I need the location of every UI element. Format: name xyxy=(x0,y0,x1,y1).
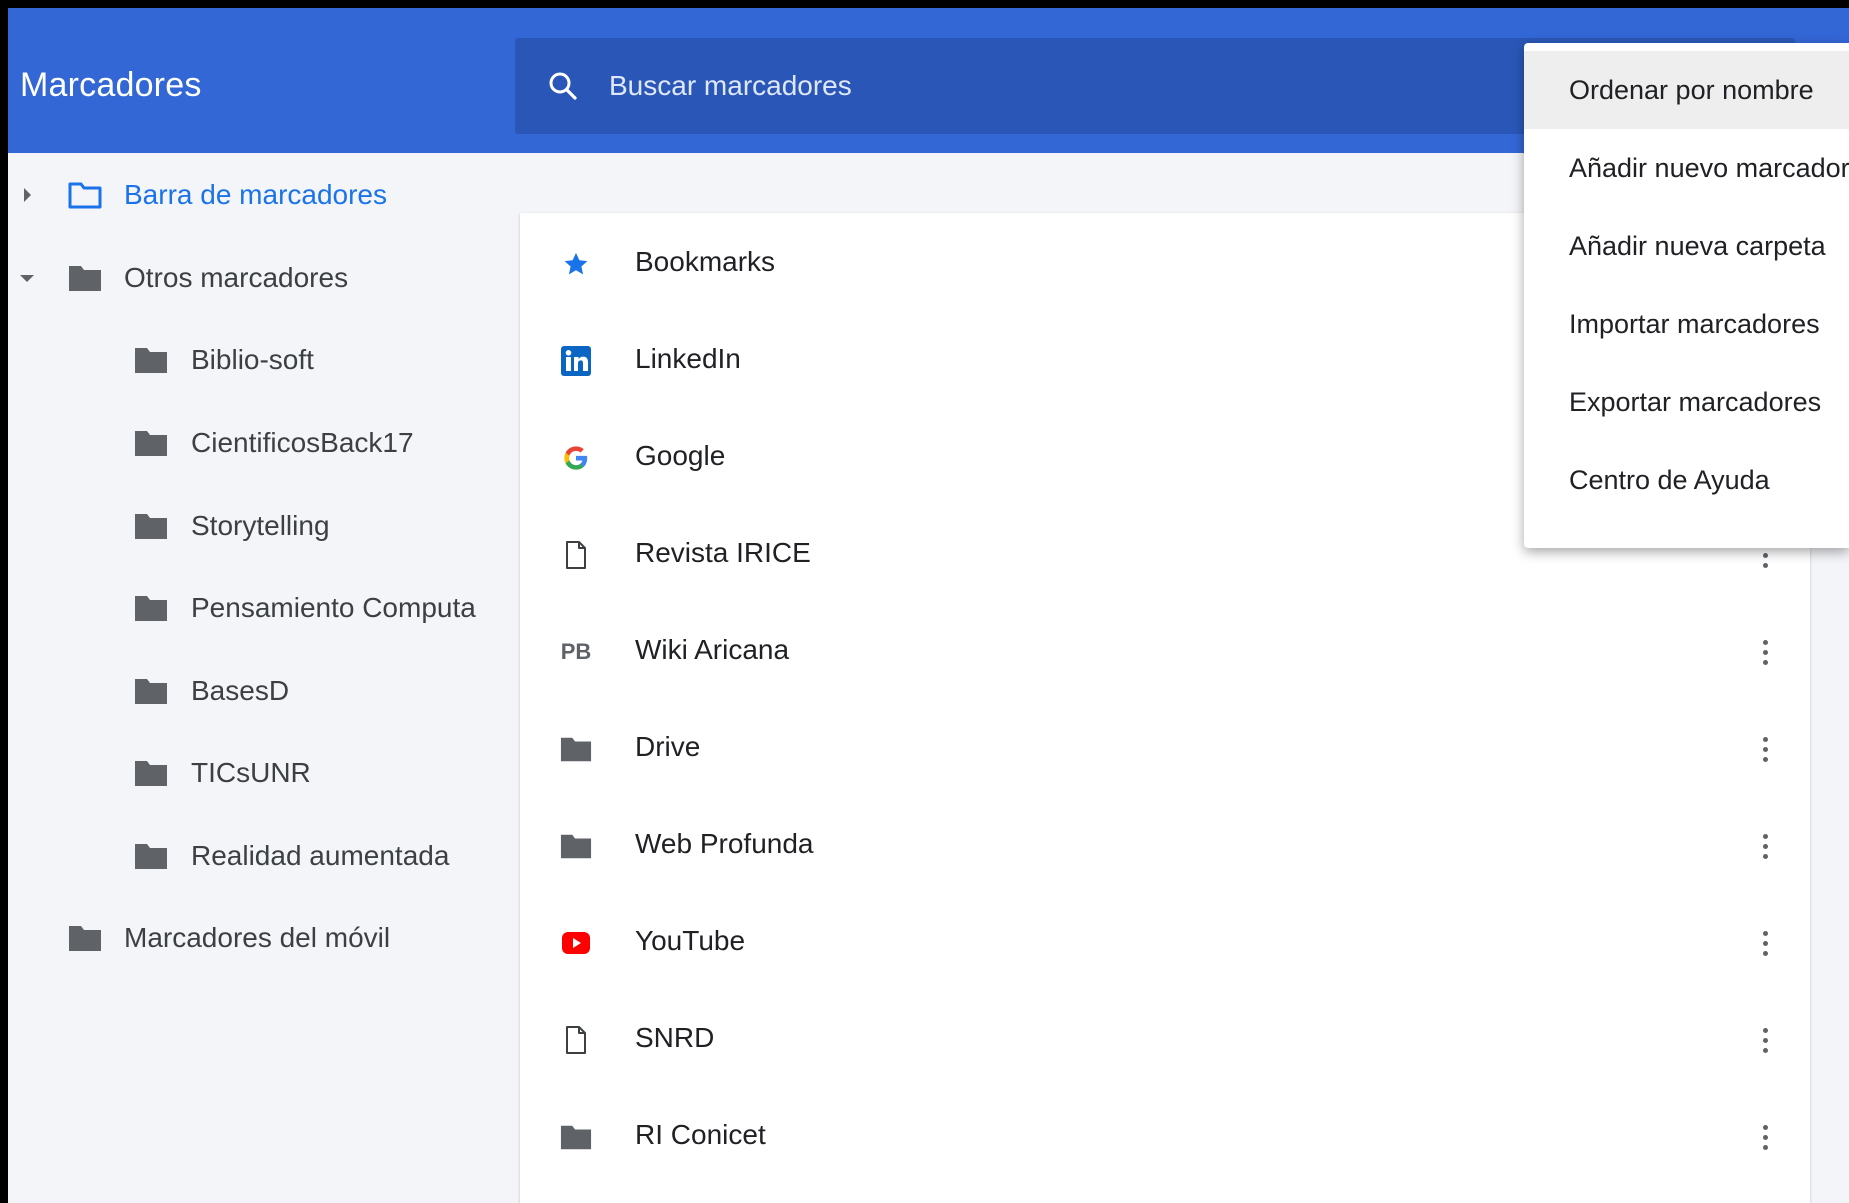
folder-icon xyxy=(69,266,101,291)
bookmark-title: Web Profunda xyxy=(635,828,814,859)
search-icon xyxy=(549,72,577,100)
bookmark-row[interactable]: PB Wiki Aricana xyxy=(520,604,1810,701)
tree-item-label: Realidad aumentada xyxy=(191,840,450,871)
bookmark-row[interactable]: YouTube xyxy=(520,895,1810,992)
bookmark-title: YouTube xyxy=(635,925,746,956)
folder-open-outline-icon xyxy=(68,182,102,209)
folder-icon xyxy=(135,514,167,539)
tree-item-label: Biblio-soft xyxy=(191,344,314,375)
star-icon xyxy=(560,248,592,280)
pb-icon-text: PB xyxy=(560,639,592,664)
more-actions-button[interactable] xyxy=(1745,1109,1785,1165)
tree-item-label: Marcadores del móvil xyxy=(124,922,391,953)
bookmark-row[interactable]: SNRD xyxy=(520,992,1810,1089)
tree-item-cientificosback17[interactable]: CientificosBack17 xyxy=(8,413,523,473)
more-actions-button[interactable] xyxy=(1745,624,1785,680)
search-input[interactable] xyxy=(607,60,1511,112)
bookmark-title: Drive xyxy=(635,731,701,762)
tree-item-label: Pensamiento Computa xyxy=(191,592,476,623)
tree-item-pensamiento-computa[interactable]: Pensamiento Computa xyxy=(8,578,523,638)
bookmark-title: SNRD xyxy=(635,1022,715,1053)
youtube-icon xyxy=(560,927,592,959)
folder-icon xyxy=(560,830,592,862)
menu-item-sort-by-name[interactable]: Ordenar por nombre xyxy=(1524,51,1849,129)
bookmark-title: Google xyxy=(635,440,726,471)
menu-item-export-bookmarks[interactable]: Exportar marcadores xyxy=(1524,363,1849,441)
bookmark-title: RI Conicet xyxy=(635,1119,766,1150)
menu-item-add-folder[interactable]: Añadir nueva carpeta xyxy=(1524,207,1849,285)
bookmark-title: Bookmarks xyxy=(635,246,776,277)
folder-icon xyxy=(135,348,167,373)
folder-icon xyxy=(560,733,592,765)
chevron-down-icon[interactable] xyxy=(20,275,34,282)
menu-item-add-bookmark[interactable]: Añadir nuevo marcador xyxy=(1524,129,1849,207)
tree-item-label: Barra de marcadores xyxy=(124,179,388,210)
tree-item-biblio-soft[interactable]: Biblio-soft xyxy=(8,330,523,390)
more-actions-button[interactable] xyxy=(1745,915,1785,971)
folder-icon xyxy=(135,596,167,621)
page-icon xyxy=(560,539,592,571)
folder-icon xyxy=(135,431,167,456)
tree-item-basesd[interactable]: BasesD xyxy=(8,661,523,721)
more-actions-button[interactable] xyxy=(1745,1012,1785,1068)
folder-icon xyxy=(135,679,167,704)
tree-item-barra-de-marcadores[interactable]: Barra de marcadores xyxy=(8,165,523,225)
organize-menu: Ordenar por nombre Añadir nuevo marcador… xyxy=(1524,43,1849,548)
tree-item-realidad-aumentada[interactable]: Realidad aumentada xyxy=(8,826,523,886)
app-title: Marcadores xyxy=(20,66,202,104)
more-actions-button[interactable] xyxy=(1745,818,1785,874)
bookmark-row[interactable]: RI Conicet xyxy=(520,1089,1810,1186)
google-icon xyxy=(560,442,592,474)
folder-icon xyxy=(135,761,167,786)
folder-icon xyxy=(69,926,101,951)
bookmark-manager-window: Marcadores Barra de marcadores Otros mar… xyxy=(8,8,1849,1203)
folder-icon xyxy=(135,844,167,869)
bookmark-row[interactable]: Web Profunda xyxy=(520,798,1810,895)
tree-item-marcadores-del-movil[interactable]: Marcadores del móvil xyxy=(8,908,523,968)
linkedin-icon xyxy=(560,345,592,377)
tree-item-otros-marcadores[interactable]: Otros marcadores xyxy=(8,248,523,308)
tree-item-storytelling[interactable]: Storytelling xyxy=(8,496,523,556)
tree-item-label: BasesD xyxy=(191,675,290,706)
tree-item-label: Storytelling xyxy=(191,510,330,541)
bookmark-title: LinkedIn xyxy=(635,343,741,374)
folder-tree: Barra de marcadores Otros marcadores Bib… xyxy=(8,153,523,1203)
bookmark-title: Revista IRICE xyxy=(635,537,811,568)
tree-item-label: Otros marcadores xyxy=(124,262,349,293)
folder-icon xyxy=(560,1121,592,1153)
chevron-right-icon[interactable] xyxy=(24,188,31,202)
bookmark-row[interactable]: Drive xyxy=(520,701,1810,798)
menu-item-help-center[interactable]: Centro de Ayuda xyxy=(1524,441,1849,519)
more-actions-button[interactable] xyxy=(1745,721,1785,777)
bookmark-title: Wiki Aricana xyxy=(635,634,790,665)
menu-item-import-bookmarks[interactable]: Importar marcadores xyxy=(1524,285,1849,363)
tree-item-label: CientificosBack17 xyxy=(191,427,414,458)
tree-item-label: TICsUNR xyxy=(191,757,311,788)
tree-item-ticsunr[interactable]: TICsUNR xyxy=(8,743,523,803)
pb-icon: PB xyxy=(560,636,592,668)
page-icon xyxy=(560,1024,592,1056)
